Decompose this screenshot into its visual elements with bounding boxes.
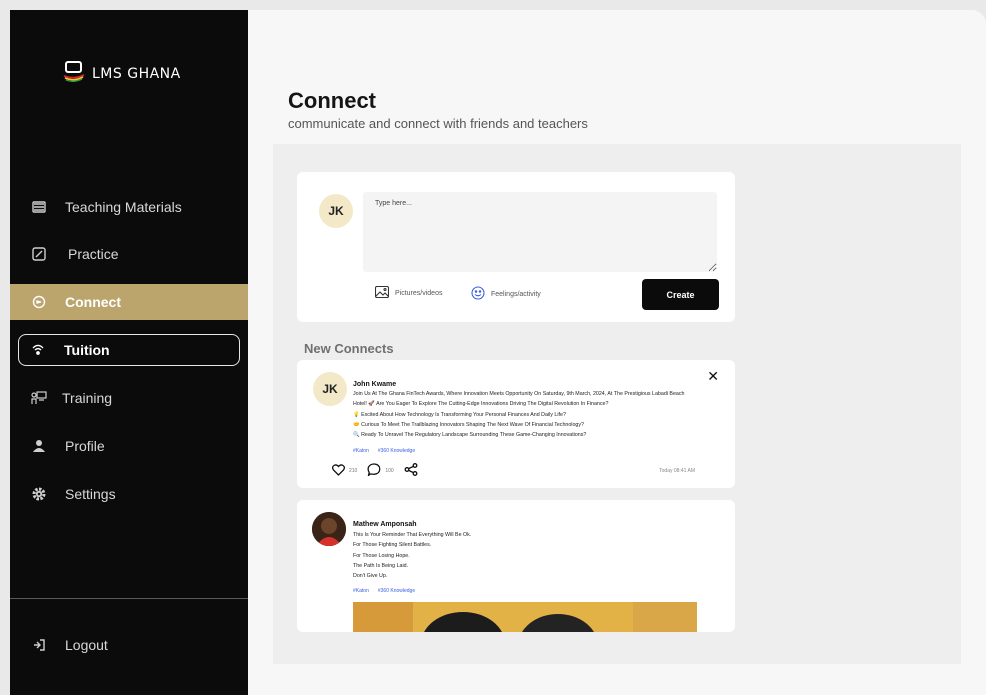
pictures-videos-label: Pictures/videos (395, 289, 443, 297)
post-composer: JK Pictures/videos Feelings/activity Cre… (297, 172, 735, 322)
feelings-activity-label: Feelings/activity (491, 290, 541, 298)
create-post-button[interactable]: Create (642, 279, 719, 310)
feelings-activity-button[interactable]: Feelings/activity (471, 286, 541, 302)
post-text-line: 🔍 Ready To Unravel The Regulatory Landsc… (353, 432, 587, 439)
comment-icon[interactable] (367, 463, 381, 478)
post-text-line: Don't Give Up. (353, 573, 388, 580)
sidebar-item-label: Training (62, 390, 113, 406)
post-input[interactable] (363, 192, 717, 272)
post-text-line: The Path Is Being Laid. (353, 562, 409, 569)
tag-link[interactable]: #Katon (353, 588, 369, 594)
post-actions: 210 100 (331, 463, 418, 478)
logout-button[interactable]: Logout (10, 627, 248, 663)
sidebar: LMS GHANA Teaching Materials Practice Co… (10, 10, 248, 695)
avatar (312, 512, 346, 546)
post-text-line: For Those Losing Hope. (353, 552, 410, 559)
like-count: 210 (349, 467, 358, 474)
sidebar-item-label: Connect (65, 294, 121, 310)
sidebar-item-tuition[interactable]: Tuition (18, 334, 240, 366)
page-title: Connect (288, 88, 376, 113)
tag-link[interactable]: #360 Knowledge (378, 588, 415, 594)
feed-post: Mathew Amponsah This Is Your Reminder Th… (297, 500, 735, 632)
share-icon[interactable] (404, 463, 418, 478)
sidebar-item-practice[interactable]: Practice (10, 236, 248, 272)
main-content: Connect communicate and connect with fri… (248, 10, 986, 695)
post-text-line: For Those Fighting Silent Battles. (353, 542, 432, 549)
post-tags: #Katon #360 Knowledge (353, 448, 415, 454)
app-logo[interactable]: LMS GHANA (62, 60, 181, 87)
avatar: JK (319, 194, 353, 228)
section-title-new-connects: New Connects (304, 341, 394, 356)
sidebar-item-settings[interactable]: Settings (10, 476, 248, 512)
post-author: John Kwame (353, 381, 397, 388)
heart-icon[interactable] (331, 463, 346, 478)
smiley-icon (471, 286, 485, 302)
sidebar-item-label: Settings (65, 486, 116, 502)
post-image[interactable] (353, 602, 697, 632)
sidebar-item-label: Practice (68, 246, 119, 262)
edit-box-icon (30, 245, 48, 263)
broadcast-icon (29, 341, 47, 359)
close-icon[interactable]: ✕ (707, 368, 719, 385)
sidebar-item-training[interactable]: Training (10, 380, 248, 416)
post-timestamp: Today 08:41 AM (659, 468, 695, 474)
post-body: This Is Your Reminder That Everything Wi… (353, 530, 723, 581)
avatar: JK (313, 372, 347, 406)
sidebar-item-label: Profile (65, 438, 105, 454)
post-text-line: Join Us At The Ghana FinTech Awards, Whe… (353, 391, 685, 397)
sidebar-item-profile[interactable]: Profile (10, 428, 248, 464)
tag-link[interactable]: #Katon (353, 448, 369, 454)
post-tags: #Katon #360 Knowledge (353, 588, 415, 594)
tag-link[interactable]: #360 Knowledge (378, 448, 415, 454)
gear-icon (30, 485, 48, 503)
feed-post: JK ✕ John Kwame Join Us At The Ghana Fin… (297, 360, 735, 488)
sidebar-item-label: Tuition (64, 342, 110, 358)
sidebar-divider (10, 598, 248, 599)
sidebar-item-label: Teaching Materials (65, 199, 182, 215)
post-text-line: 🤝 Curious To Meet The Trailblazing Innov… (353, 421, 584, 428)
post-author: Mathew Amponsah (353, 521, 417, 528)
stack-icon (30, 198, 48, 216)
comment-count: 100 (385, 467, 394, 474)
person-icon (30, 437, 48, 455)
post-text-line: This Is Your Reminder That Everything Wi… (353, 532, 472, 538)
post-body: Join Us At The Ghana FinTech Awards, Whe… (353, 389, 723, 440)
logo-text: LMS GHANA (92, 65, 181, 82)
logout-icon (30, 636, 48, 654)
sidebar-item-connect[interactable]: Connect (10, 284, 248, 320)
logout-label: Logout (65, 637, 108, 653)
laptop-logo-icon (62, 60, 86, 87)
post-text-line: 💡 Excited About How Technology Is Transf… (353, 411, 566, 418)
chat-icon (30, 293, 48, 311)
image-icon (374, 285, 390, 300)
classroom-icon (30, 389, 48, 407)
post-text-line: Hotel! 🚀 Are You Eager To Explore The Cu… (353, 401, 609, 408)
pictures-videos-button[interactable]: Pictures/videos (374, 285, 443, 300)
sidebar-item-teaching-materials[interactable]: Teaching Materials (10, 189, 248, 225)
page-subtitle: communicate and connect with friends and… (288, 116, 588, 131)
